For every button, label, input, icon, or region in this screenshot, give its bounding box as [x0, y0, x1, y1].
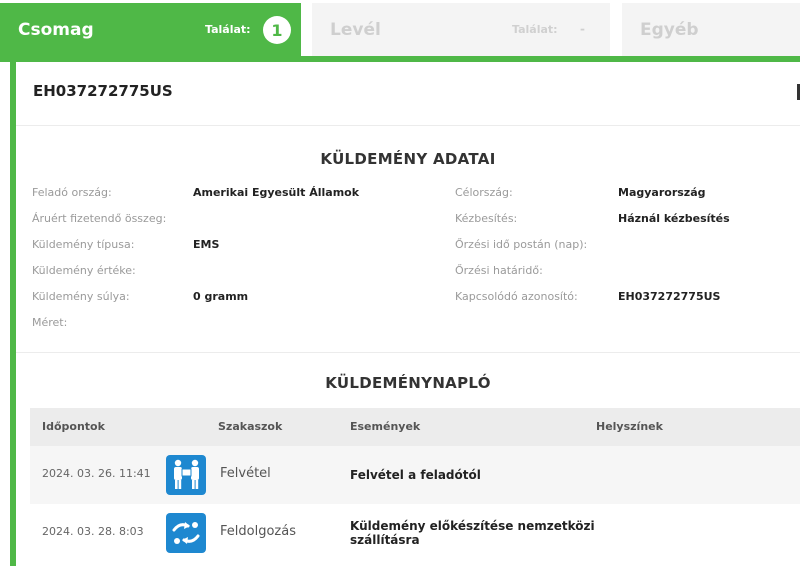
log-row: 2024. 03. 26. 11:41 Felvétel Felvétel a …: [30, 446, 800, 504]
col-header-location: Helyszínek: [596, 420, 663, 433]
shipment-weight-label: Küldemény súlya:: [32, 290, 130, 303]
tab-count-label: Találat:: [205, 23, 251, 36]
shipment-type-value: EMS: [193, 238, 220, 251]
col-header-time: Időpontok: [42, 420, 105, 433]
delivery-value: Háznál kézbesítés: [618, 212, 730, 225]
shipment-details-title: KÜLDEMÉNY ADATAI: [320, 150, 496, 168]
tab-csomag[interactable]: Csomag Találat: 1: [0, 3, 301, 56]
shipment-type-label: Küldemény típusa:: [32, 238, 135, 251]
log-time: 2024. 03. 26. 11:41: [42, 467, 151, 480]
tab-level[interactable]: Levél Találat: -: [312, 3, 610, 56]
related-id-label: Kapcsolódó azonosító:: [455, 290, 578, 303]
tab-title: Levél: [330, 19, 381, 40]
related-id-value: EH037272775US: [618, 290, 721, 303]
shipment-panel: EH037272775US KÜLDEMÉNY ADATAI Feladó or…: [10, 62, 800, 566]
log-time: 2024. 03. 28. 8:03: [42, 525, 144, 538]
result-count: -: [580, 22, 585, 36]
log-row: 2024. 03. 28. 8:03 Feldolgozás Küldemény…: [30, 504, 800, 562]
tracking-number: EH037272775US: [33, 82, 173, 100]
section-divider: [16, 352, 800, 353]
destination-country-value: Magyarország: [618, 186, 706, 199]
processing-icon: [166, 513, 206, 553]
shipment-value-label: Küldemény értéke:: [32, 264, 136, 277]
result-tabs: Csomag Találat: 1 Levél Találat: - Egyéb: [0, 0, 800, 62]
tab-count-label: Találat:: [512, 23, 558, 36]
tab-title: Egyéb: [640, 19, 699, 40]
delivery-label: Kézbesítés:: [455, 212, 518, 225]
col-header-stage: Szakaszok: [218, 420, 283, 433]
tab-title: Csomag: [18, 19, 94, 40]
log-event: Felvétel a feladótól: [350, 468, 481, 482]
destination-country-label: Célország:: [455, 186, 513, 199]
sender-country-label: Feladó ország:: [32, 186, 112, 199]
storage-days-label: Őrzési idő postán (nap):: [455, 238, 588, 251]
col-header-event: Események: [350, 420, 421, 433]
storage-deadline-label: Őrzési határidő:: [455, 264, 543, 277]
shipment-log-title: KÜLDEMÉNYNAPLÓ: [325, 374, 491, 392]
tab-egyeb[interactable]: Egyéb: [622, 3, 800, 56]
size-label: Méret:: [32, 316, 68, 329]
shipment-weight-value: 0 gramm: [193, 290, 249, 303]
result-count-badge: 1: [263, 16, 291, 44]
handover-icon: [166, 455, 206, 495]
log-stage: Felvétel: [220, 466, 271, 481]
panel-header[interactable]: EH037272775US: [16, 62, 800, 126]
log-stage: Feldolgozás: [220, 524, 296, 539]
log-event: Küldemény előkészítése nemzetközi szállí…: [350, 519, 595, 547]
cod-amount-label: Áruért fizetendő összeg:: [32, 212, 167, 225]
sender-country-value: Amerikai Egyesült Államok: [193, 186, 360, 199]
log-table-header: Időpontok Szakaszok Események Helyszínek: [30, 408, 800, 446]
